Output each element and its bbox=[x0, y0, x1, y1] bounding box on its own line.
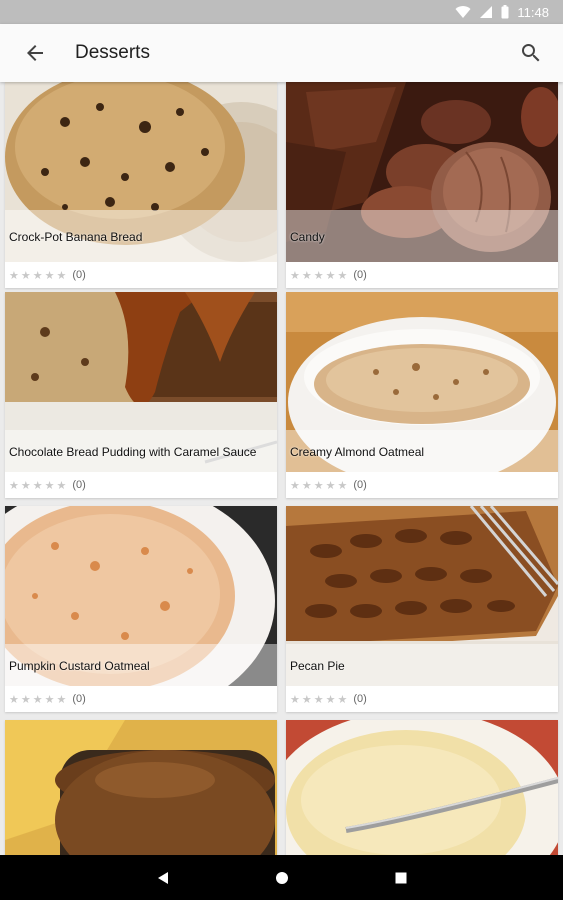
rating-count: (0) bbox=[72, 693, 86, 705]
recipe-card[interactable] bbox=[5, 720, 277, 855]
rating-row: ★★★★★ (0) bbox=[9, 266, 86, 284]
recipe-caption: Pumpkin Custard Oatmeal bbox=[5, 644, 277, 686]
rating-row: ★★★★★ (0) bbox=[290, 476, 367, 494]
recipe-caption: Candy bbox=[286, 210, 558, 262]
battery-icon bbox=[501, 5, 509, 19]
rating-row: ★★★★★ (0) bbox=[9, 476, 86, 494]
nav-recent-button[interactable] bbox=[389, 866, 413, 890]
recipe-name: Pecan Pie bbox=[290, 658, 345, 673]
rating-row: ★★★★★ (0) bbox=[290, 690, 367, 708]
search-icon[interactable] bbox=[519, 41, 543, 65]
status-bar: 11:48 bbox=[0, 0, 563, 24]
rating-count: (0) bbox=[353, 479, 367, 491]
recipe-card[interactable]: Crock-Pot Banana Bread ★★★★★ (0) bbox=[5, 82, 277, 288]
signal-icon bbox=[480, 6, 493, 18]
star-rating-icon: ★★★★★ bbox=[290, 693, 350, 706]
app-bar: Desserts bbox=[0, 24, 563, 82]
recipe-name: Crock-Pot Banana Bread bbox=[9, 229, 143, 244]
recipe-card[interactable]: Chocolate Bread Pudding with Caramel Sau… bbox=[5, 292, 277, 498]
recipe-caption: Chocolate Bread Pudding with Caramel Sau… bbox=[5, 430, 277, 472]
recipe-name: Chocolate Bread Pudding with Caramel Sau… bbox=[9, 444, 257, 459]
recipe-name: Pumpkin Custard Oatmeal bbox=[9, 658, 150, 673]
rating-row: ★★★★★ (0) bbox=[9, 690, 86, 708]
rating-count: (0) bbox=[353, 693, 367, 705]
recipe-name: Candy bbox=[290, 229, 325, 244]
triangle-back-icon bbox=[157, 871, 168, 884]
star-rating-icon: ★★★★★ bbox=[9, 269, 69, 282]
recipe-card[interactable]: Creamy Almond Oatmeal ★★★★★ (0) bbox=[286, 292, 558, 498]
status-time: 11:48 bbox=[517, 4, 549, 20]
arrow-back-icon[interactable] bbox=[23, 41, 47, 65]
star-rating-icon: ★★★★★ bbox=[290, 479, 350, 492]
nav-home-button[interactable] bbox=[270, 866, 294, 890]
rating-count: (0) bbox=[72, 479, 86, 491]
recipe-caption: Crock-Pot Banana Bread bbox=[5, 210, 277, 262]
rating-row: ★★★★★ (0) bbox=[290, 266, 367, 284]
recipe-card[interactable]: Pecan Pie ★★★★★ (0) bbox=[286, 506, 558, 712]
recipe-grid: Crock-Pot Banana Bread ★★★★★ (0) Candy ★… bbox=[0, 82, 563, 855]
recipe-name: Creamy Almond Oatmeal bbox=[290, 444, 425, 459]
nav-back-button[interactable] bbox=[151, 866, 175, 890]
square-recent-icon bbox=[395, 872, 406, 883]
rating-count: (0) bbox=[353, 269, 367, 281]
recipe-card[interactable]: Pumpkin Custard Oatmeal ★★★★★ (0) bbox=[5, 506, 277, 712]
recipe-caption: Creamy Almond Oatmeal bbox=[286, 430, 558, 472]
star-rating-icon: ★★★★★ bbox=[9, 479, 69, 492]
wifi-icon bbox=[455, 6, 471, 19]
recipe-caption: Pecan Pie bbox=[286, 644, 558, 686]
recipe-card[interactable]: Candy ★★★★★ (0) bbox=[286, 82, 558, 288]
circle-home-icon bbox=[275, 871, 288, 884]
system-nav-bar bbox=[0, 855, 563, 900]
page-title: Desserts bbox=[75, 42, 150, 63]
star-rating-icon: ★★★★★ bbox=[9, 693, 69, 706]
star-rating-icon: ★★★★★ bbox=[290, 269, 350, 282]
recipe-card[interactable] bbox=[286, 720, 558, 855]
rating-count: (0) bbox=[72, 269, 86, 281]
recipe-image bbox=[5, 720, 277, 855]
recipe-image bbox=[286, 720, 558, 855]
